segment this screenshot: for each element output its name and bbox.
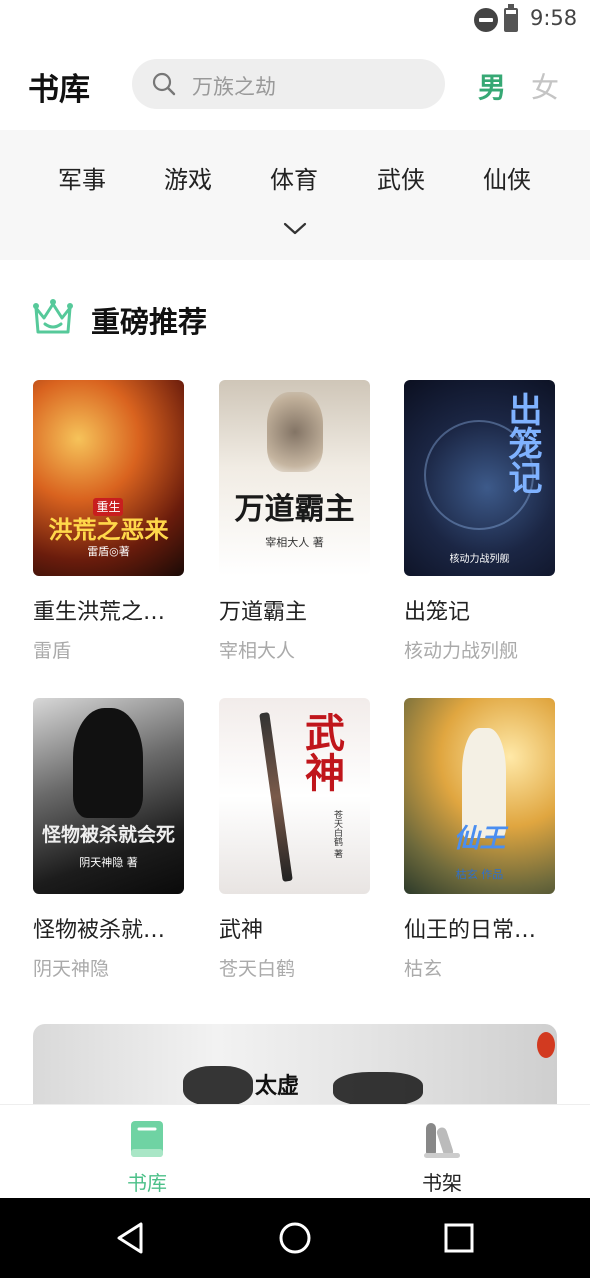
- book-card[interactable]: 怪物被杀就会死 阴天神隐 著 怪物被杀就… 阴天神隐: [33, 698, 185, 981]
- category-item[interactable]: 军事: [42, 160, 122, 195]
- book-cover[interactable]: 怪物被杀就会死 阴天神隐 著: [33, 698, 184, 894]
- category-item[interactable]: 武侠: [361, 160, 441, 195]
- book-cover[interactable]: 万道霸主 宰相大人 著: [219, 380, 370, 576]
- cover-author: 宰相大人 著: [265, 536, 324, 549]
- banner-ink: [183, 1066, 253, 1104]
- category-item[interactable]: 游戏: [148, 160, 228, 195]
- category-panel: 军事 游戏 体育 武侠 仙侠: [0, 130, 590, 260]
- home-icon[interactable]: [277, 1220, 313, 1256]
- book-author: 枯玄: [404, 958, 443, 980]
- cover-title: 仙王: [453, 824, 506, 854]
- top-header: 书库 万族之劫 男 女: [0, 54, 590, 116]
- back-icon[interactable]: [113, 1220, 149, 1256]
- book-card[interactable]: 仙王 枯玄 作品 仙王的日常… 枯玄: [404, 698, 556, 981]
- banner-title: 太虚: [255, 1073, 300, 1099]
- gender-tab-female[interactable]: 女: [531, 66, 559, 106]
- battery-icon: [504, 4, 518, 32]
- crown-icon: [33, 299, 73, 334]
- section-title: 重磅推荐: [91, 305, 208, 339]
- book-author: 苍天白鹤: [219, 958, 296, 980]
- page-title: 书库: [28, 72, 90, 108]
- nav-label: 书架: [422, 1171, 462, 1195]
- promo-banner[interactable]: 太虚: [33, 1024, 557, 1104]
- category-item[interactable]: 体育: [254, 160, 334, 195]
- battery-level: [506, 14, 516, 30]
- cover-author: 枯玄 作品: [455, 868, 504, 881]
- book-cover[interactable]: 武神 苍天白鹤 著: [219, 698, 370, 894]
- book-cover[interactable]: 重生 洪荒之恶来 雷盾◎著: [33, 380, 184, 576]
- book-cover[interactable]: 出笼记 核动力战列舰: [404, 380, 555, 576]
- do-not-disturb-icon: [474, 8, 498, 32]
- system-nav-bar: [0, 1198, 590, 1278]
- book-card[interactable]: 出笼记 核动力战列舰 出笼记 核动力战列舰: [404, 380, 556, 663]
- book-title: 仙王的日常…: [404, 918, 537, 943]
- book-author: 宰相大人: [219, 640, 296, 662]
- cover-title: 出笼记: [502, 392, 542, 494]
- status-time: 9:58: [530, 6, 578, 30]
- cover-author: 雷盾◎著: [87, 545, 130, 558]
- banner-lantern: [537, 1032, 555, 1058]
- book-card[interactable]: 万道霸主 宰相大人 著 万道霸主 宰相大人: [219, 380, 371, 663]
- cover-title: 怪物被杀就会死: [41, 824, 175, 846]
- cover-title: 洪荒之恶来: [48, 515, 169, 544]
- cover-author: 阴天神隐 著: [79, 856, 138, 869]
- cover-author: 苍天白鹤 著: [332, 810, 342, 858]
- nav-tab-bookshelf[interactable]: 书架: [392, 1119, 492, 1195]
- nav-tab-library[interactable]: 书库: [97, 1119, 197, 1195]
- bottom-nav: 书库 书架: [0, 1104, 590, 1198]
- book-title: 怪物被杀就…: [33, 918, 166, 943]
- category-item[interactable]: 仙侠: [467, 160, 547, 195]
- book-card[interactable]: 武神 苍天白鹤 著 武神 苍天白鹤: [219, 698, 371, 981]
- cover-title: 万道霸主: [234, 492, 355, 527]
- book-title: 重生洪荒之…: [33, 600, 166, 625]
- cover-title: 武神: [298, 712, 345, 792]
- book-cover[interactable]: 仙王 枯玄 作品: [404, 698, 555, 894]
- search-bar[interactable]: 万族之劫: [132, 59, 445, 109]
- book-author: 阴天神隐: [33, 958, 110, 980]
- nav-label: 书库: [127, 1171, 167, 1195]
- book-title: 万道霸主: [219, 600, 308, 625]
- bookshelf-icon: [424, 1123, 460, 1158]
- book-title: 武神: [219, 918, 264, 943]
- recents-icon[interactable]: [441, 1220, 477, 1256]
- book-icon: [131, 1121, 163, 1157]
- gender-tab-male[interactable]: 男: [475, 66, 509, 106]
- status-bar: 9:58: [0, 0, 590, 42]
- book-card[interactable]: 重生 洪荒之恶来 雷盾◎著 重生洪荒之… 雷盾: [33, 380, 185, 663]
- book-author: 雷盾: [33, 640, 72, 662]
- chevron-down-icon[interactable]: [281, 218, 309, 238]
- book-author: 核动力战列舰: [404, 640, 519, 662]
- category-row: 军事 游戏 体育 武侠 仙侠: [0, 160, 590, 200]
- search-icon: [152, 72, 176, 96]
- search-placeholder: 万族之劫: [192, 75, 276, 99]
- book-title: 出笼记: [404, 600, 471, 625]
- banner-ink: [333, 1072, 423, 1104]
- cover-author: 核动力战列舰: [449, 554, 510, 565]
